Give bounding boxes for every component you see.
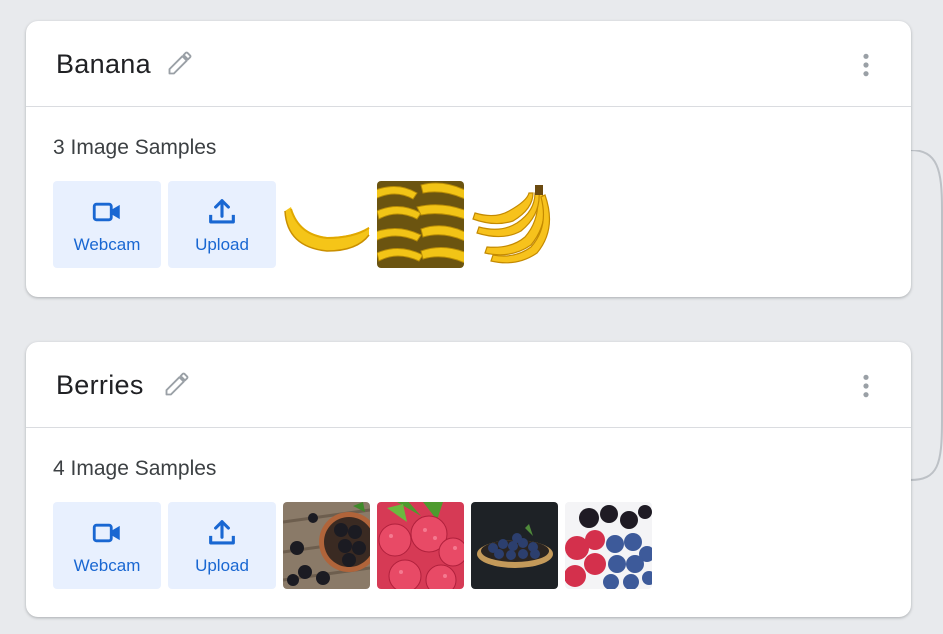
upload-icon xyxy=(209,198,235,223)
webcam-label: Webcam xyxy=(73,234,141,254)
sample-thumbnail[interactable] xyxy=(471,181,558,268)
samples-count-label: 4 Image Samples xyxy=(53,457,217,480)
single-banana-image xyxy=(283,181,370,268)
mixed-berries-image xyxy=(565,502,652,589)
samples-count-label: 3 Image Samples xyxy=(53,136,217,159)
class-connector-line xyxy=(909,150,943,481)
pencil-icon[interactable] xyxy=(163,370,191,398)
raspberries-image xyxy=(377,502,464,589)
sample-thumbnail[interactable] xyxy=(377,502,464,589)
upload-icon xyxy=(209,519,235,544)
more-vert-icon[interactable] xyxy=(853,52,879,78)
webcam-button[interactable]: Webcam xyxy=(53,502,161,589)
blueberries-bowl-image xyxy=(471,502,558,589)
upload-button[interactable]: Upload xyxy=(168,181,276,268)
sample-thumbnail[interactable] xyxy=(377,181,464,268)
sample-thumbnail[interactable] xyxy=(471,502,558,589)
class-card-berries: Berries 4 Image Samples Webcam Upload xyxy=(26,342,911,617)
class-card-header: Banana xyxy=(26,21,911,107)
class-name[interactable]: Banana xyxy=(56,49,151,80)
class-card-header: Berries xyxy=(26,342,911,428)
webcam-button[interactable]: Webcam xyxy=(53,181,161,268)
sample-thumbnail[interactable] xyxy=(283,502,370,589)
videocam-icon xyxy=(92,523,120,542)
blackberries-image xyxy=(283,502,370,589)
sample-tiles-row: Webcam Upload xyxy=(53,181,558,268)
pencil-icon[interactable] xyxy=(166,49,194,77)
sample-thumbnail[interactable] xyxy=(283,181,370,268)
upload-label: Upload xyxy=(195,234,249,254)
upload-button[interactable]: Upload xyxy=(168,502,276,589)
sample-thumbnail[interactable] xyxy=(565,502,652,589)
sample-tiles-row: Webcam Upload xyxy=(53,502,652,589)
class-name[interactable]: Berries xyxy=(56,370,144,401)
upload-label: Upload xyxy=(195,555,249,575)
class-card-banana: Banana 3 Image Samples Webcam Upload xyxy=(26,21,911,297)
videocam-icon xyxy=(92,202,120,221)
webcam-label: Webcam xyxy=(73,555,141,575)
more-vert-icon[interactable] xyxy=(853,373,879,399)
banana-pile-image xyxy=(377,181,464,268)
banana-bunch-image xyxy=(471,181,558,268)
